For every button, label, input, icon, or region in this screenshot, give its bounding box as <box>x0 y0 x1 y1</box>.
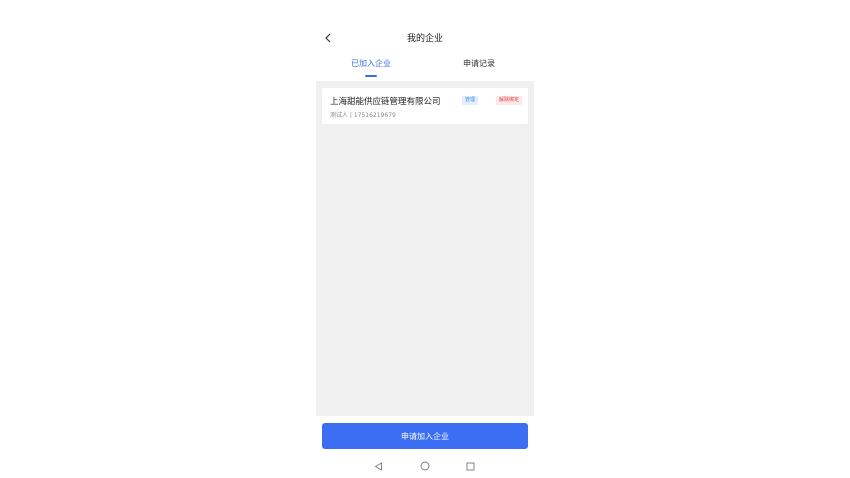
apply-join-company-button[interactable]: 申请加入企业 <box>322 423 528 449</box>
company-card[interactable]: 上海甜能供应链管理有限公司 管理 解除绑定 测试人 | 17516219679 <box>322 88 528 124</box>
screen: 我的企业 已加入企业 申请记录 上海甜能供应链管理有限公司 管理 解除绑定 测试… <box>0 0 850 478</box>
unbind-button[interactable]: 解除绑定 <box>495 96 522 105</box>
role-badge: 管理 <box>462 96 479 105</box>
page-title: 我的企业 <box>406 34 443 44</box>
system-recent-apps-button[interactable] <box>463 459 477 473</box>
system-navigation-bar <box>316 454 534 478</box>
circle-home-icon <box>420 461 430 471</box>
active-tab-indicator <box>365 75 377 77</box>
system-home-button[interactable] <box>418 459 432 473</box>
company-contact: 测试人 | 17516219679 <box>330 112 396 119</box>
top-navigation-bar: 我的企业 <box>316 28 534 48</box>
phone-frame: 我的企业 已加入企业 申请记录 上海甜能供应链管理有限公司 管理 解除绑定 测试… <box>316 22 534 478</box>
tab-application-records[interactable]: 申请记录 <box>434 58 524 80</box>
tab-bar: 已加入企业 申请记录 <box>316 58 534 80</box>
company-list: 上海甜能供应链管理有限公司 管理 解除绑定 测试人 | 17516219679 <box>316 81 534 416</box>
company-name: 上海甜能供应链管理有限公司 <box>330 97 441 107</box>
square-recent-icon <box>466 462 474 470</box>
triangle-back-icon <box>374 461 382 471</box>
system-back-button[interactable] <box>371 459 385 473</box>
